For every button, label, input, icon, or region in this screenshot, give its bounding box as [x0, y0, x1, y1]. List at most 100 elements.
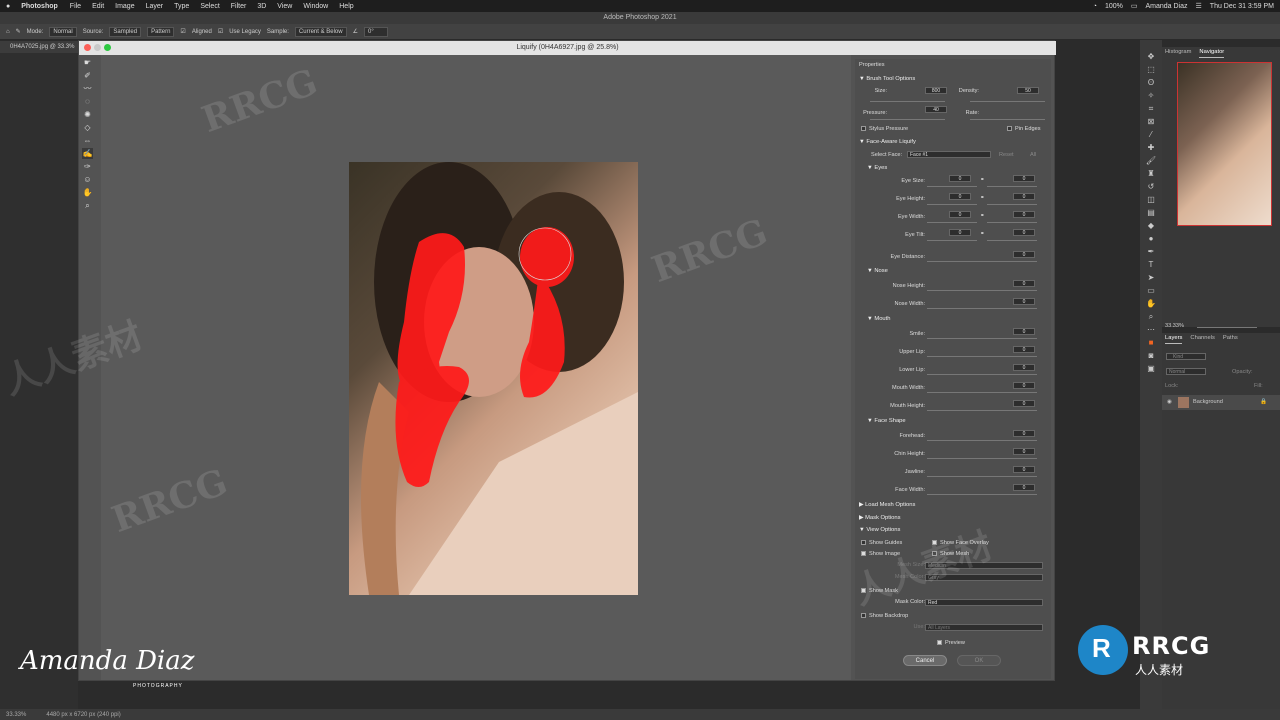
navigator-thumbnail[interactable] — [1177, 62, 1272, 226]
battery-icon[interactable]: ▭ — [1131, 2, 1138, 10]
nose-header[interactable]: ▼ Nose — [867, 268, 888, 274]
zoom-icon[interactable] — [104, 44, 111, 51]
mouth-param-input[interactable]: 0 — [1013, 400, 1035, 407]
size-slider[interactable] — [870, 101, 945, 102]
ok-button[interactable]: OK — [957, 655, 1001, 666]
stylus-pressure-checkbox[interactable] — [861, 126, 866, 131]
push-left-tool-icon[interactable]: ⇔ — [82, 135, 93, 146]
select-face-dropdown[interactable]: Face #1 — [907, 151, 991, 158]
shape-tool-icon[interactable]: ▭ — [1145, 286, 1157, 298]
stamp-tool-icon[interactable]: ♜ — [1145, 169, 1157, 181]
document-tab[interactable]: 0H4A7025.jpg @ 33.3% — [0, 41, 78, 53]
bloat-tool-icon[interactable]: ◇ — [82, 122, 93, 133]
cancel-button[interactable]: Cancel — [903, 655, 947, 666]
tab-channels[interactable]: Channels — [1190, 333, 1215, 344]
sample-select[interactable]: Current & Below — [294, 26, 347, 37]
forward-warp-tool-icon[interactable]: ☛ — [82, 57, 93, 68]
home-icon[interactable]: ⌂ — [6, 29, 10, 35]
tab-paths[interactable]: Paths — [1223, 333, 1238, 344]
link-icon[interactable]: ⚭ — [980, 231, 985, 237]
mouth-param-slider[interactable] — [927, 338, 1037, 339]
freeze-mask-tool-icon[interactable]: ✍ — [82, 148, 93, 159]
eye-right-input[interactable]: 0 — [1013, 193, 1035, 200]
tab-navigator[interactable]: Navigator — [1199, 47, 1225, 58]
lasso-tool-icon[interactable]: ʘ — [1145, 78, 1157, 90]
gradient-tool-icon[interactable]: ▤ — [1145, 208, 1157, 220]
mask-color-dropdown[interactable]: Red — [925, 599, 1043, 606]
eye-right-slider[interactable] — [987, 240, 1037, 241]
eye-left-slider[interactable] — [927, 240, 977, 241]
eye-left-input[interactable]: 0 — [949, 229, 971, 236]
tab-layers[interactable]: Layers — [1165, 333, 1183, 344]
mode-select[interactable]: Normal — [49, 26, 77, 37]
visibility-eye-icon[interactable]: ◉ — [1167, 395, 1172, 410]
eye-left-input[interactable]: 0 — [949, 193, 971, 200]
eye-left-input[interactable]: 0 — [949, 211, 971, 218]
navigator-zoom[interactable]: 33.33% — [1165, 323, 1184, 329]
use-legacy-checkbox[interactable]: ☑ — [218, 28, 223, 35]
pin-edges-checkbox[interactable] — [1007, 126, 1012, 131]
show-guides-checkbox[interactable] — [861, 540, 866, 545]
eye-right-input[interactable]: 0 — [1013, 175, 1035, 182]
face-shape-param-input[interactable]: 0 — [1013, 484, 1035, 491]
mouth-param-slider[interactable] — [927, 392, 1037, 393]
minimize-icon[interactable] — [94, 44, 101, 51]
brush-options-header[interactable]: ▼ Brush Tool Options — [859, 76, 915, 82]
photo-preview[interactable] — [349, 162, 638, 595]
zoom-tool-icon-main[interactable]: ⌕ — [1145, 312, 1157, 324]
eye-right-input[interactable]: 0 — [1013, 229, 1035, 236]
aligned-checkbox[interactable]: ☑ — [180, 28, 185, 35]
angle-input[interactable]: 0° — [364, 26, 388, 37]
eye-left-slider[interactable] — [927, 204, 977, 205]
eye-distance-input[interactable]: 0 — [1013, 251, 1035, 258]
source-pattern-button[interactable]: Pattern — [147, 26, 175, 37]
eyes-header[interactable]: ▼ Eyes — [867, 165, 887, 171]
more-tools-icon[interactable]: ⋯ — [1145, 325, 1157, 337]
eyedropper-tool-icon[interactable]: ⁄ — [1145, 130, 1157, 142]
mouth-param-input[interactable]: 0 — [1013, 364, 1035, 371]
navigator-zoom-slider[interactable] — [1197, 327, 1257, 328]
blur-tool-icon[interactable]: ◆ — [1145, 221, 1157, 233]
rate-slider[interactable] — [970, 119, 1045, 120]
eye-left-input[interactable]: 0 — [949, 175, 971, 182]
face-aware-header[interactable]: ▼ Face-Aware Liquify — [859, 139, 916, 145]
healing-tool-icon[interactable]: ✚ — [1145, 143, 1157, 155]
menu-layer[interactable]: Layer — [146, 3, 164, 10]
face-shape-param-slider[interactable] — [927, 494, 1037, 495]
link-icon[interactable]: ⚭ — [980, 213, 985, 219]
mouth-param-slider[interactable] — [927, 410, 1037, 411]
mouth-header[interactable]: ▼ Mouth — [867, 316, 890, 322]
mouth-param-slider[interactable] — [927, 356, 1037, 357]
twirl-tool-icon[interactable]: ◌ — [82, 96, 93, 107]
mouth-param-input[interactable]: 0 — [1013, 382, 1035, 389]
clone-stamp-tool-icon[interactable]: ✎ — [16, 28, 21, 35]
magic-wand-tool-icon[interactable]: ✧ — [1145, 91, 1157, 103]
move-tool-icon[interactable]: ✥ — [1145, 52, 1157, 64]
density-slider[interactable] — [970, 101, 1045, 102]
face-shape-param-input[interactable]: 0 — [1013, 448, 1035, 455]
face-tool-icon[interactable]: ☺ — [82, 174, 93, 185]
hand-tool-icon-main[interactable]: ✋ — [1145, 299, 1157, 311]
crop-tool-icon[interactable]: ⌗ — [1145, 104, 1157, 116]
face-shape-param-input[interactable]: 0 — [1013, 430, 1035, 437]
liquify-canvas[interactable] — [101, 55, 851, 680]
hand-tool-icon[interactable]: ✋ — [82, 187, 93, 198]
menu-window[interactable]: Window — [303, 3, 328, 10]
nose-param-slider[interactable] — [927, 308, 1037, 309]
history-brush-tool-icon[interactable]: ↺ — [1145, 182, 1157, 194]
show-image-checkbox[interactable] — [861, 551, 866, 556]
mask-options-header[interactable]: ▶ Mask Options — [859, 515, 901, 521]
menu-select[interactable]: Select — [200, 3, 219, 10]
eye-right-slider[interactable] — [987, 204, 1037, 205]
menu-file[interactable]: File — [70, 3, 81, 10]
zoom-tool-icon[interactable]: ⌕ — [82, 200, 93, 211]
link-icon[interactable]: ⚭ — [980, 177, 985, 183]
marquee-tool-icon[interactable]: ⬚ — [1145, 65, 1157, 77]
wifi-icon[interactable]: ◔ — [1093, 3, 1097, 10]
app-menu[interactable]: Photoshop — [21, 3, 58, 10]
status-zoom[interactable]: 33.33% — [6, 712, 26, 718]
eye-distance-slider[interactable] — [927, 261, 1037, 262]
pucker-tool-icon[interactable]: ✺ — [82, 109, 93, 120]
menu-view[interactable]: View — [277, 3, 292, 10]
menu-3d[interactable]: 3D — [257, 3, 266, 10]
